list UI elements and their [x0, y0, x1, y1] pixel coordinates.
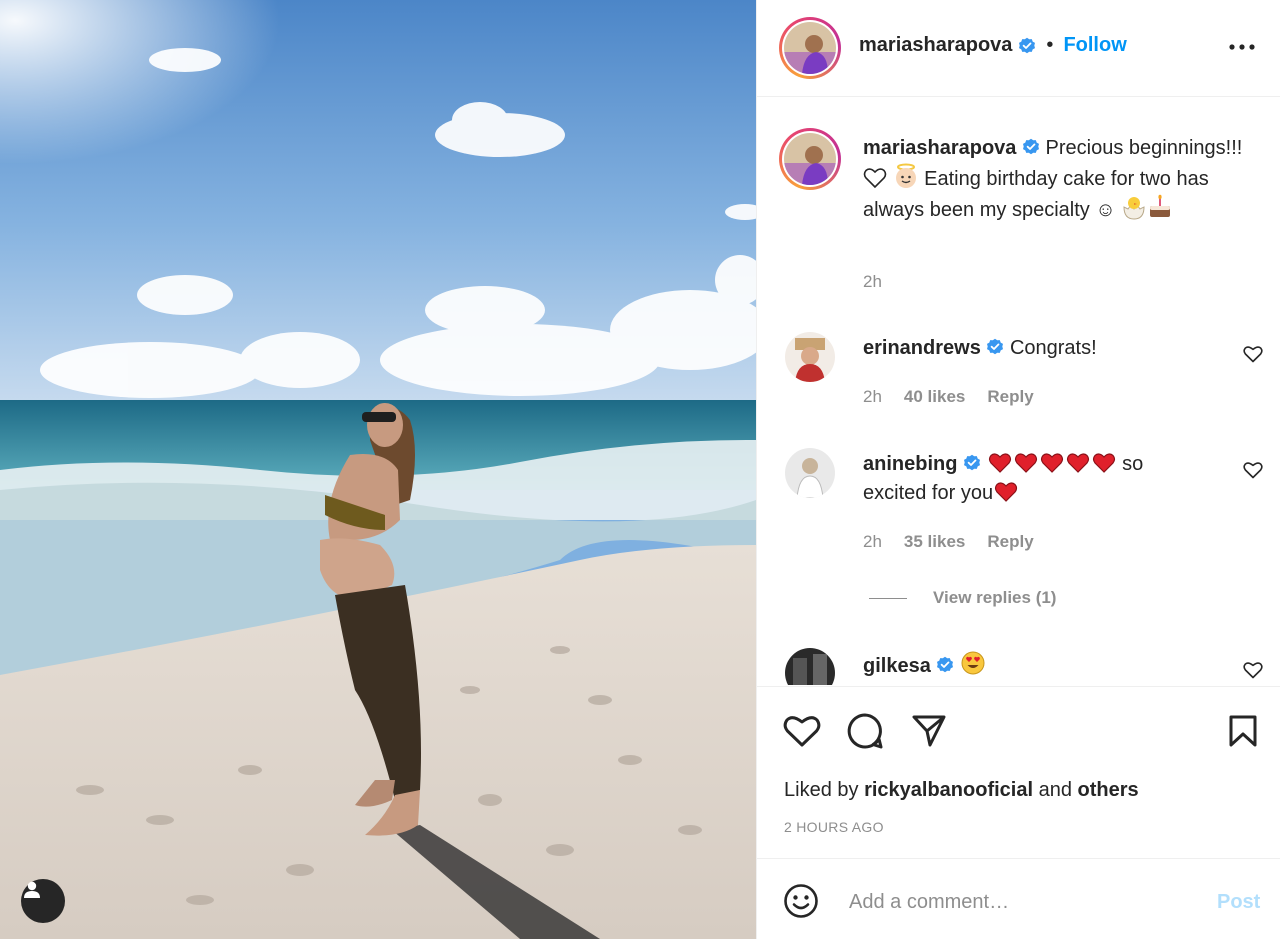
comment-meta: 2h 40 likes Reply [863, 387, 1034, 407]
follow-button[interactable]: Follow [1063, 34, 1126, 57]
comment-likes[interactable]: 35 likes [904, 532, 965, 552]
reply-button[interactable]: Reply [987, 532, 1033, 552]
post-side-panel: mariasharapova • Follow mariasharapova P… [756, 0, 1280, 939]
commenter-avatar[interactable] [785, 648, 835, 685]
comment-like-heart-icon[interactable] [1243, 661, 1263, 679]
red-heart-emoji-icon [994, 482, 1018, 502]
beach-photo [0, 0, 756, 939]
heart-eyes-emoji-icon [961, 651, 985, 675]
author-avatar[interactable] [779, 17, 841, 79]
post-header: mariasharapova • Follow [757, 0, 1280, 97]
caption-username[interactable]: mariasharapova [863, 137, 1016, 159]
separator-dot: • [1046, 34, 1054, 56]
commenter-avatar[interactable] [785, 448, 835, 498]
baby-angel-emoji-icon [895, 163, 916, 188]
commenter-username[interactable]: aninebing [863, 453, 957, 475]
view-replies-button[interactable]: View replies (1) [869, 588, 1056, 608]
liked-by-user[interactable]: rickyalbanooficial [864, 779, 1033, 801]
verified-badge-icon [1022, 138, 1039, 155]
caption-avatar[interactable] [779, 128, 841, 190]
comment-like-heart-icon[interactable] [1243, 461, 1263, 479]
comments-list[interactable]: mariasharapova Precious beginnings!!! Ea… [757, 97, 1280, 685]
verified-badge-icon [937, 656, 954, 673]
replies-divider [869, 597, 907, 599]
liked-by-summary: Liked by rickyalbanooficial and others [784, 779, 1139, 802]
reply-button[interactable]: Reply [987, 387, 1033, 407]
emoji-icon[interactable] [783, 883, 819, 919]
comment-likes[interactable]: 40 likes [904, 387, 965, 407]
post-timestamp[interactable]: 2 HOURS AGO [784, 819, 884, 835]
comment-text-part-2: excited for you [863, 482, 994, 504]
comment-meta: 2h 35 likes Reply [863, 532, 1034, 552]
bookmark-icon[interactable] [1223, 711, 1263, 751]
comment-text: Congrats! [1009, 337, 1097, 359]
post-actions: Liked by rickyalbanooficial and others 2… [757, 686, 1280, 859]
liked-by-prefix: Liked by [784, 779, 865, 801]
comment-like-heart-icon[interactable] [1243, 345, 1263, 363]
post-photo[interactable] [0, 0, 756, 939]
comment-timestamp[interactable]: 2h [863, 387, 882, 407]
post-caption: mariasharapova Precious beginnings!!! Ea… [863, 134, 1263, 225]
birthday-cake-emoji-icon [1150, 194, 1171, 217]
verified-badge-icon [1019, 37, 1036, 53]
share-icon[interactable] [909, 711, 949, 751]
commenter-username[interactable]: erinandrews [863, 337, 981, 359]
liked-by-others[interactable]: others [1078, 779, 1139, 801]
post-comment-button[interactable]: Post [1217, 891, 1260, 914]
user-tag-icon[interactable] [21, 879, 65, 923]
caption-text-part-1: Precious beginnings!!! [1045, 137, 1243, 159]
author-username[interactable]: mariasharapova [859, 34, 1012, 57]
commenter-username[interactable]: gilkesa [863, 655, 931, 677]
comment-composer: Post [757, 858, 1280, 940]
red-hearts-emoji-icon [987, 453, 1123, 475]
comment-icon[interactable] [845, 711, 885, 751]
view-replies-label[interactable]: View replies (1) [933, 588, 1056, 608]
comment-timestamp[interactable]: 2h [863, 532, 882, 552]
heart-icon[interactable] [782, 711, 822, 751]
liked-by-middle: and [1033, 779, 1078, 801]
comment-text-part-1: so [1122, 453, 1144, 475]
caption-timestamp[interactable]: 2h [863, 272, 882, 292]
verified-badge-icon [987, 338, 1004, 355]
hatching-chick-emoji-icon [1123, 197, 1145, 220]
commenter-avatar[interactable] [785, 332, 835, 382]
comment-input[interactable] [847, 885, 1191, 919]
more-horizontal-icon[interactable] [1227, 32, 1257, 62]
verified-badge-icon [964, 454, 981, 471]
white-heart-emoji-icon [863, 168, 887, 189]
